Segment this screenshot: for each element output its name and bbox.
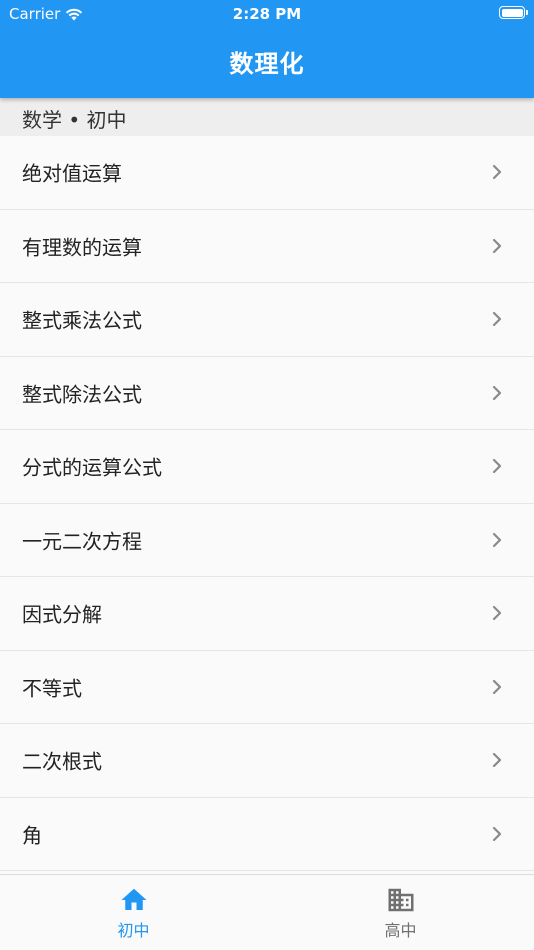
list-item[interactable]: 一元二次方程 [0, 503, 534, 577]
list-item-label: 一元二次方程 [22, 529, 142, 554]
tab-senior-high[interactable]: 高中 [267, 875, 534, 950]
chevron-right-icon [492, 826, 502, 841]
list-item[interactable]: 整式乘法公式 [0, 283, 534, 357]
chevron-right-icon [492, 532, 502, 547]
list-item[interactable]: 二次根式 [0, 724, 534, 798]
list-item-label: 绝对值运算 [22, 161, 122, 186]
tab-label: 高中 [384, 921, 417, 940]
screen: Carrier 2:28 PM 数理化 数学 • 初中 绝对值运算 有理数的运算… [0, 0, 534, 950]
status-bar: Carrier 2:28 PM [0, 0, 534, 28]
list-item-label: 角 [22, 823, 42, 848]
topic-list: 绝对值运算 有理数的运算 整式乘法公式 整式除法公式 分式的运算公式 一元二次方… [0, 136, 534, 871]
home-icon [121, 888, 146, 910]
chevron-right-icon [492, 238, 502, 253]
list-item[interactable]: 有理数的运算 [0, 209, 534, 283]
list-item[interactable]: 绝对值运算 [0, 136, 534, 210]
chevron-right-icon [492, 606, 502, 621]
list-item[interactable]: 角 [0, 797, 534, 871]
chevron-right-icon [492, 312, 502, 327]
list-item-label: 整式除法公式 [22, 382, 142, 407]
list-item-label: 不等式 [22, 676, 82, 701]
tab-junior-high[interactable]: 初中 [0, 875, 267, 950]
building-icon [388, 888, 413, 912]
app-bar: Carrier 2:28 PM 数理化 [0, 0, 534, 98]
chevron-right-icon [492, 165, 502, 180]
status-time: 2:28 PM [232, 5, 302, 23]
list-item-label: 分式的运算公式 [22, 455, 162, 480]
chevron-right-icon [492, 753, 502, 768]
battery-icon [499, 6, 528, 19]
page-title: 数理化 [229, 50, 305, 78]
chevron-right-icon [492, 459, 502, 474]
bottom-tab-bar: 初中 高中 [0, 874, 534, 950]
list-item[interactable]: 整式除法公式 [0, 356, 534, 430]
chevron-right-icon [492, 385, 502, 400]
list-item-label: 二次根式 [22, 749, 102, 774]
list-item[interactable]: 不等式 [0, 650, 534, 724]
chevron-right-icon [492, 679, 502, 694]
tab-label: 初中 [117, 921, 150, 940]
list-item-label: 因式分解 [22, 602, 102, 627]
list-item-label: 整式乘法公式 [22, 308, 142, 333]
list-item[interactable]: 分式的运算公式 [0, 430, 534, 504]
list-item-label: 有理数的运算 [22, 235, 142, 260]
section-header: 数学 • 初中 [0, 98, 534, 136]
list-item[interactable]: 因式分解 [0, 577, 534, 651]
